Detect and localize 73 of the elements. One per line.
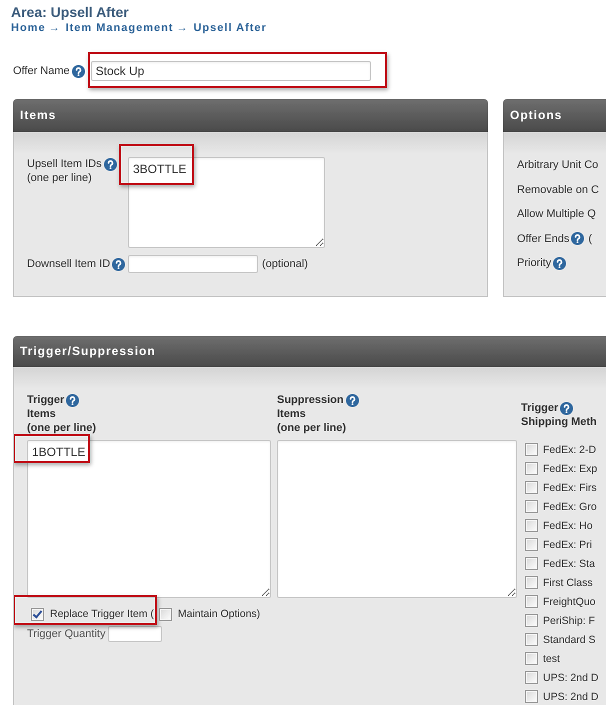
checkbox-label: FedEx: Pri: [543, 538, 592, 550]
help-icon: [560, 402, 574, 414]
checkbox[interactable]: [525, 519, 538, 532]
checkbox-label: UPS: 2nd D: [543, 672, 598, 684]
option-label: Allow Multiple Q: [517, 207, 596, 222]
checkbox[interactable]: [525, 652, 538, 665]
help-icon: [112, 258, 126, 270]
field-label: Upsell Item IDs: [27, 157, 102, 171]
checkbox-label: Standard S: [543, 634, 596, 646]
checkbox[interactable]: [525, 443, 538, 456]
checkbox[interactable]: [525, 481, 538, 494]
checkbox-label: FedEx: Gro: [543, 500, 597, 512]
field-label: Items: [27, 407, 57, 421]
help-icon: [104, 158, 117, 170]
field-label: Shipping Meth: [521, 415, 598, 429]
field-label: Offer Name: [13, 64, 70, 78]
breadcrumb-link[interactable]: Home: [11, 21, 46, 35]
checkbox-label: First Class: [543, 576, 593, 588]
checkbox[interactable]: [31, 608, 44, 620]
field-hint: (one per line): [277, 421, 348, 435]
panel-header: Items: [13, 99, 488, 132]
checkbox-label: Replace Trigger Item (: [50, 607, 154, 621]
checkbox[interactable]: [525, 690, 538, 703]
field-label: Suppression: [277, 393, 344, 407]
offer-name-field[interactable]: Stock Up: [90, 61, 371, 81]
help-icon: [346, 394, 359, 406]
option-label: Removable on C: [517, 182, 599, 197]
field-label: Trigger: [27, 393, 64, 407]
checkbox[interactable]: [525, 614, 538, 627]
option-label: Arbitrary Unit Co: [517, 158, 598, 172]
suppression-items-field[interactable]: [277, 440, 517, 598]
field-label: Trigger: [521, 401, 558, 415]
panel-header: Trigger/Suppression: [13, 336, 606, 367]
downsell-id-field[interactable]: [128, 255, 258, 273]
checkbox[interactable]: [525, 538, 538, 551]
trigger-quantity-field[interactable]: [108, 626, 162, 642]
checkbox-label: FedEx: Exp: [543, 462, 598, 474]
checkbox-label: FreightQuo: [543, 596, 596, 608]
field-hint: (one per line): [27, 171, 93, 185]
option-label-suffix: (: [588, 232, 592, 246]
checkbox-label: FedEx: 2-D: [543, 444, 596, 456]
breadcrumb-link[interactable]: Upsell After: [193, 21, 267, 35]
panel-header: Options: [503, 99, 606, 132]
checkbox[interactable]: [525, 462, 538, 475]
checkbox[interactable]: [525, 671, 538, 684]
upsell-ids-field[interactable]: 3BOTTLE: [128, 157, 325, 248]
checkbox-label: test: [543, 652, 560, 664]
field-label: Downsell Item ID: [27, 257, 110, 271]
option-label: Priority: [517, 256, 552, 270]
checkbox[interactable]: [525, 633, 538, 646]
field-label: Trigger Quantity: [27, 627, 106, 641]
field-label: Items: [277, 407, 307, 421]
checkbox-label: FedEx: Firs: [543, 482, 597, 494]
breadcrumb-separator: →: [176, 21, 188, 35]
help-icon: [72, 64, 85, 78]
trigger-items-field[interactable]: 1BOTTLE: [27, 440, 271, 598]
field-note: (optional): [262, 257, 308, 271]
option-label: Offer Ends: [517, 232, 570, 246]
checkbox-label: FedEx: Ho: [543, 520, 593, 532]
checkbox[interactable]: [525, 557, 538, 570]
field-hint: (one per line): [27, 421, 98, 435]
checkbox-label: Maintain Options): [178, 607, 260, 621]
breadcrumb-separator: →: [48, 21, 60, 35]
checkbox-label: PeriShip: F: [543, 614, 595, 626]
checkbox-label: UPS: 2nd D: [543, 690, 598, 702]
breadcrumb-link[interactable]: Item Management: [66, 21, 174, 35]
checkbox[interactable]: [525, 595, 538, 608]
checkbox-label: FedEx: Sta: [543, 558, 595, 570]
page-title: Area: Upsell After: [11, 3, 129, 21]
checkbox[interactable]: [525, 500, 538, 513]
checkbox[interactable]: [158, 608, 172, 620]
help-icon: [66, 394, 80, 406]
checkbox[interactable]: [525, 576, 538, 589]
